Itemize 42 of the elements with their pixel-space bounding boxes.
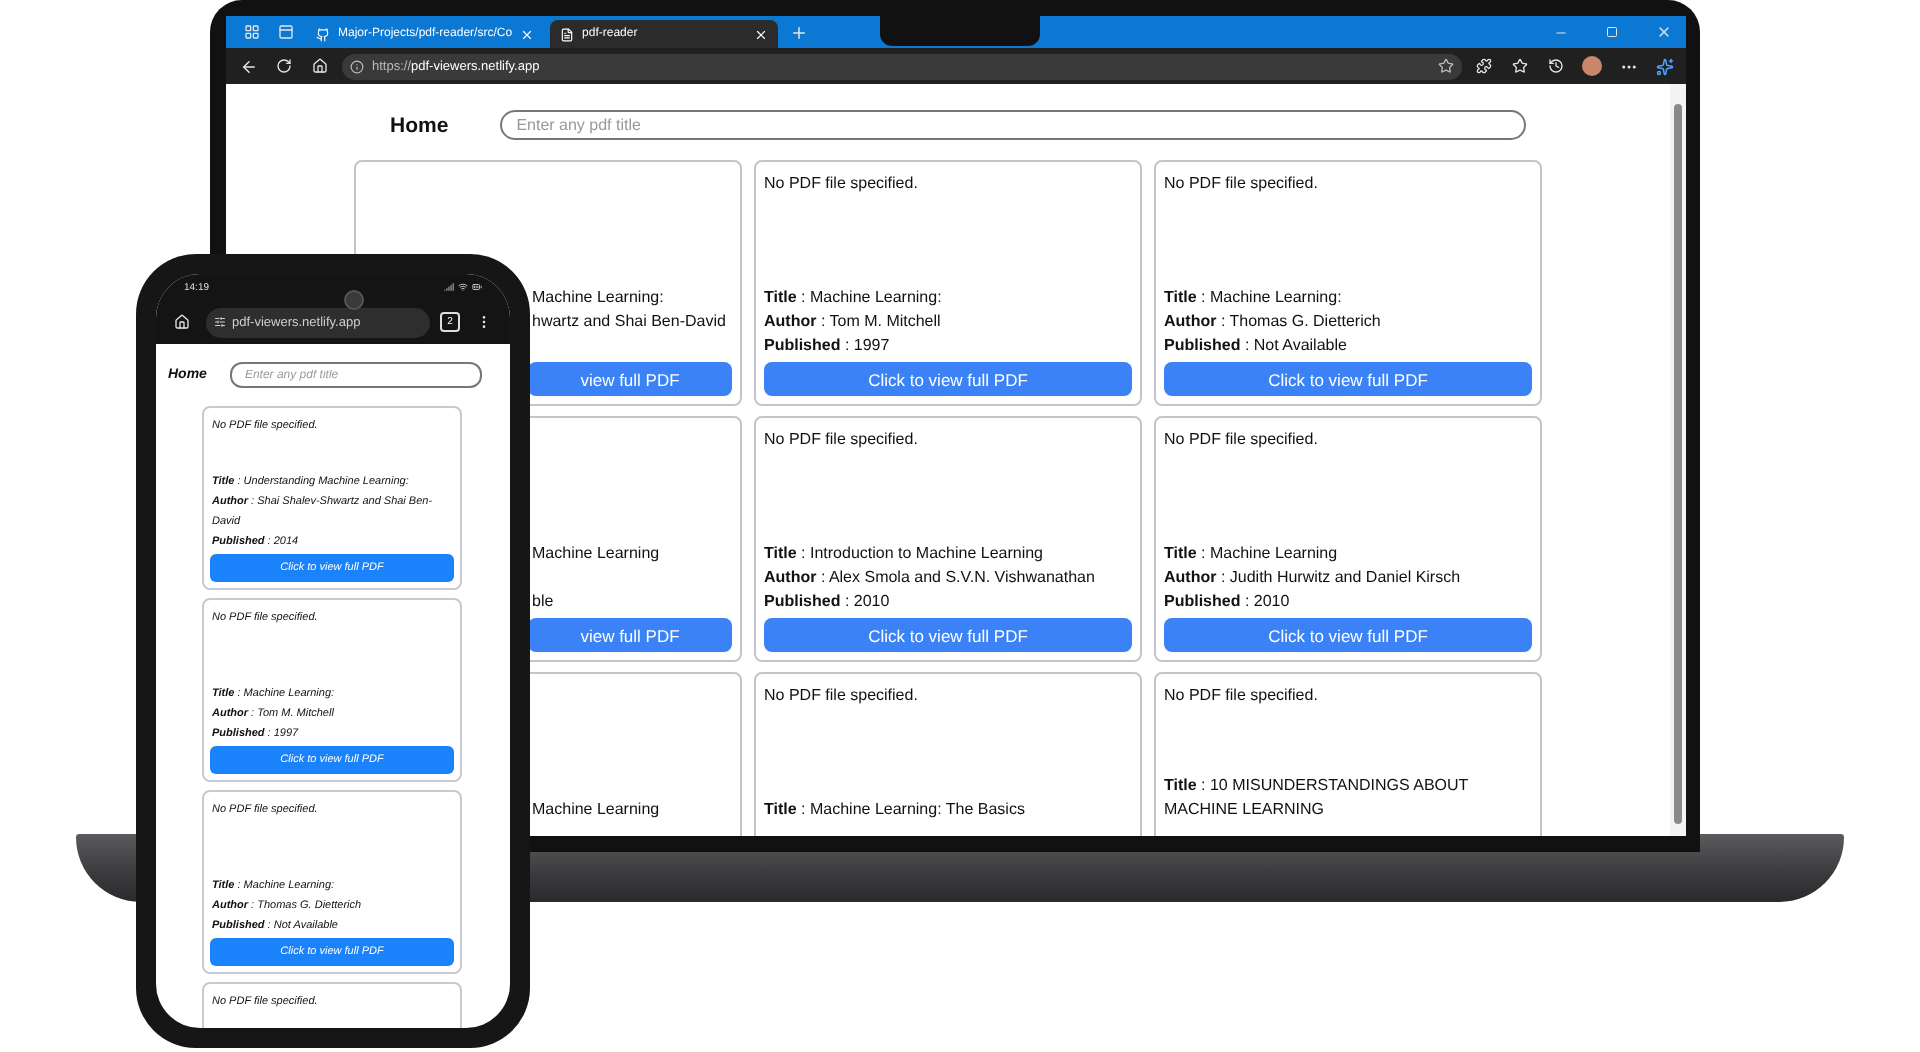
view-pdf-button[interactable]: view full PDF: [528, 362, 732, 396]
view-pdf-button[interactable]: Click to view full PDF: [764, 618, 1132, 652]
no-pdf-message: No PDF file specified.: [764, 428, 920, 450]
book-detail: Published : 2010: [764, 592, 890, 610]
book-detail: Published : Not Available: [1164, 336, 1347, 354]
scrollbar[interactable]: [1670, 84, 1686, 836]
bookmark-star-icon[interactable]: [1438, 58, 1454, 74]
view-pdf-button[interactable]: Click to view full PDF: [1164, 362, 1532, 396]
book-detail: Title : Machine Learning: [1164, 544, 1338, 562]
book-detail: Author : Alex Smola and S.V.N. Vishwanathan: [764, 568, 1095, 586]
book-detail: Title : Machine Learning: The Basics: [764, 800, 1025, 818]
book-detail: Title : Machine Learning:: [764, 288, 942, 306]
avatar-icon[interactable]: [1582, 56, 1602, 76]
book-detail: Title : 10 MISUNDERSTANDINGS ABOUT MACHINE LEARNING: [1164, 776, 1469, 818]
view-pdf-button[interactable]: Click to view full PDF: [1164, 618, 1532, 652]
book-detail: Title : Introduction to Machine Learning: [764, 544, 1043, 562]
book-detail: ble: [532, 592, 554, 610]
status-icon: [444, 282, 482, 292]
book-detail: Machine Learning:: [532, 288, 664, 306]
book-detail: Published : 2010: [1164, 592, 1290, 610]
book-detail: Published : 1997: [764, 336, 890, 354]
no-pdf-message: No PDF file specified.: [1164, 428, 1320, 450]
info-icon[interactable]: [350, 59, 364, 73]
home-link[interactable]: Home: [390, 113, 449, 137]
document-icon: [560, 27, 575, 41]
view-pdf-button[interactable]: Click to view full PDF: [764, 362, 1132, 396]
book-detail: Author : Tom M. Mitchell: [764, 312, 941, 330]
close-tab-icon[interactable]: [754, 27, 769, 41]
view-pdf-button[interactable]: view full PDF: [528, 618, 732, 652]
no-pdf-message: No PDF file specified.: [1164, 172, 1320, 194]
book-detail: Author : Judith Hurwitz and Daniel Kirsch: [1164, 568, 1461, 586]
search-field[interactable]: Enter any pdf title: [500, 110, 1527, 140]
no-pdf-message: No PDF file specified.: [764, 172, 920, 194]
book-detail: Title : Machine Learning:: [1164, 288, 1342, 306]
book-detail: Machine Learning: [532, 800, 660, 818]
no-pdf-message: No PDF file specified.: [1164, 684, 1320, 706]
book-detail: hwartz and Shai Ben-David: [532, 312, 726, 330]
sliders-icon[interactable]: [214, 316, 226, 328]
book-detail: Author : Thomas G. Dietterich: [1164, 312, 1381, 330]
book-detail: Machine Learning: [532, 544, 660, 562]
no-pdf-message: No PDF file specified.: [764, 684, 920, 706]
cat-logo-icon: [316, 27, 330, 41]
